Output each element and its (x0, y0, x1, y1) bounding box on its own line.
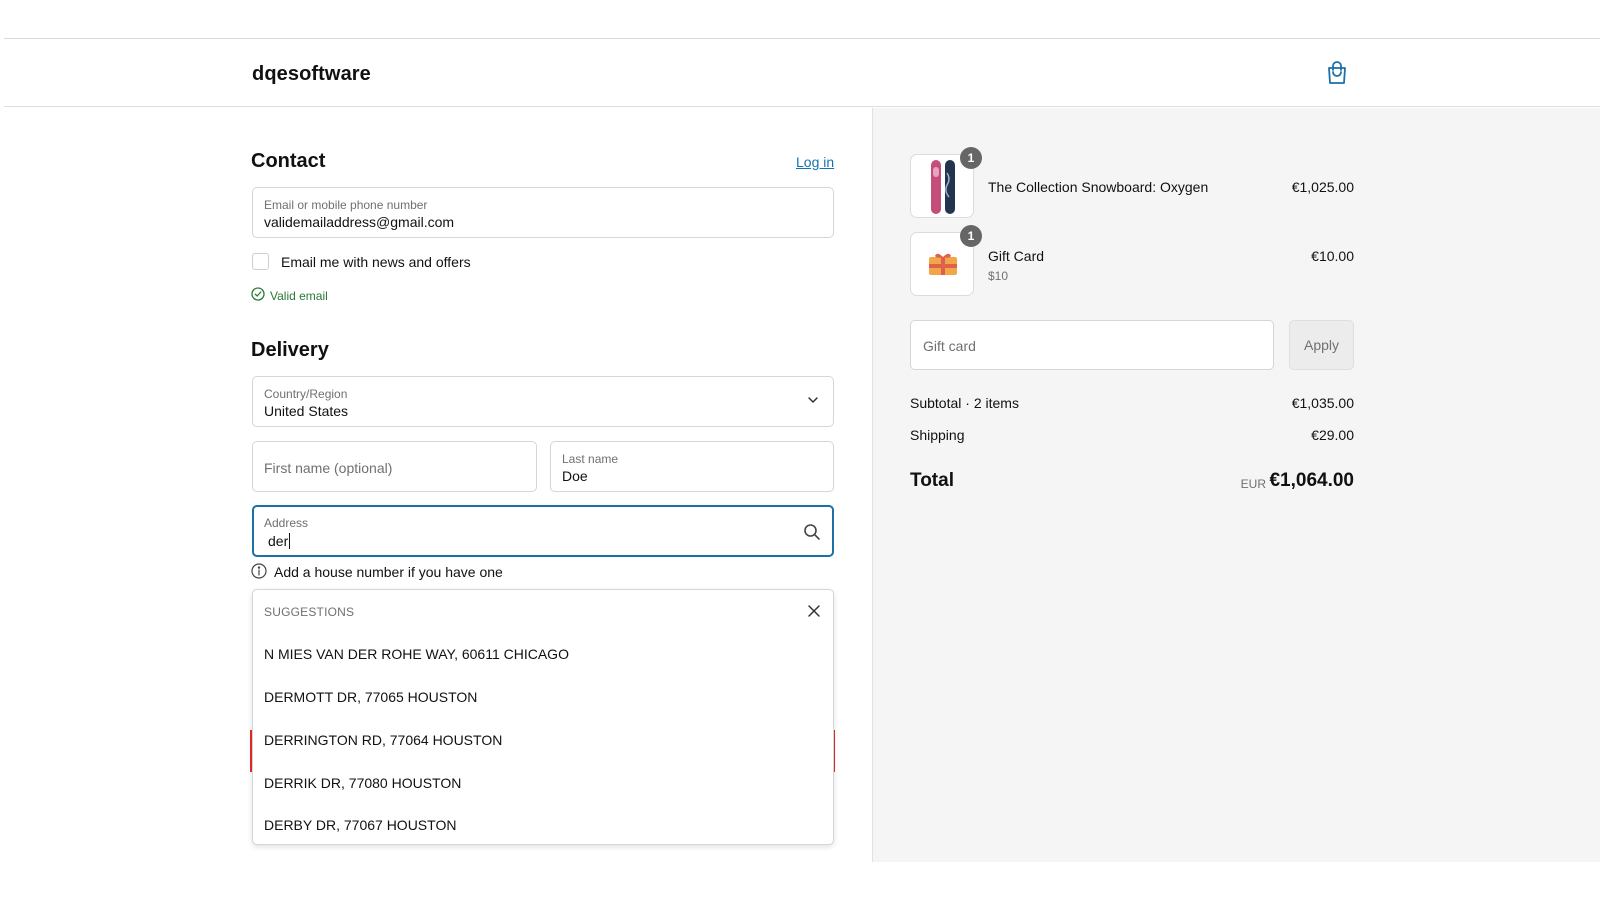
email-field-label: Email or mobile phone number (264, 198, 428, 212)
address-value-wrap: der (268, 533, 291, 549)
subtotal-label: Subtotal · 2 items (910, 395, 1019, 411)
close-icon[interactable] (807, 604, 821, 618)
valid-email-message: Valid email (270, 289, 328, 303)
address-hint: Add a house number if you have one (274, 564, 503, 580)
country-select[interactable]: Country/Region United States (252, 376, 834, 427)
newsletter-label[interactable]: Email me with news and offers (281, 254, 471, 270)
email-field-value: validemailaddress@gmail.com (264, 214, 455, 230)
line-item-variant: $10 (988, 269, 1009, 283)
total-label: Total (910, 470, 954, 491)
suggestion-item[interactable]: DERBY DR, 77067 HOUSTON (253, 804, 833, 846)
gift-card-placeholder: Gift card (923, 338, 976, 354)
brand-name[interactable]: dqesoftware (252, 63, 371, 86)
apply-button[interactable]: Apply (1289, 320, 1354, 370)
last-name-field[interactable]: Last name Doe (550, 441, 834, 492)
delivery-heading: Delivery (251, 339, 329, 361)
gift-card-input[interactable]: Gift card (910, 320, 1274, 370)
email-field[interactable]: Email or mobile phone number validemaila… (252, 187, 834, 238)
quantity-badge: 1 (960, 147, 982, 169)
subtotal-value: €1,035.00 (1291, 395, 1354, 411)
line-item-name: The Collection Snowboard: Oxygen (988, 179, 1209, 195)
shopping-bag-icon[interactable] (1326, 61, 1348, 85)
suggestions-heading: SUGGESTIONS (264, 605, 355, 619)
first-name-placeholder: First name (optional) (264, 460, 393, 476)
address-label: Address (264, 516, 309, 530)
country-select-value: United States (264, 403, 349, 419)
login-link[interactable]: Log in (796, 154, 834, 170)
quantity-badge: 1 (960, 225, 982, 247)
checkout-header: dqesoftware (4, 39, 1600, 107)
checkout-page: dqesoftware Contact Log in Email or mobi… (0, 0, 1600, 900)
address-value: der (268, 533, 289, 549)
search-icon[interactable] (803, 523, 821, 541)
line-item-price: €10.00 (1311, 248, 1354, 264)
info-icon (251, 563, 267, 579)
newsletter-checkbox[interactable] (252, 253, 269, 270)
last-name-label: Last name (562, 452, 619, 466)
shipping-label: Shipping (910, 427, 965, 443)
text-caret (289, 533, 291, 549)
address-field[interactable]: Address der (252, 505, 834, 557)
suggestion-item[interactable]: DERMOTT DR, 77065 HOUSTON (253, 676, 833, 718)
total-currency: EUR (1240, 477, 1266, 491)
address-suggestions: SUGGESTIONS N MIES VAN DER ROHE WAY, 606… (252, 589, 834, 845)
order-summary-panel (872, 108, 1600, 862)
suggestion-item[interactable]: N MIES VAN DER ROHE WAY, 60611 CHICAGO (253, 633, 833, 675)
shipping-value: €29.00 (1311, 427, 1354, 443)
total-value: €1,064.00 (1269, 470, 1354, 491)
contact-heading: Contact (251, 150, 326, 172)
check-circle-icon (251, 287, 265, 301)
line-item-price: €1,025.00 (1291, 179, 1354, 195)
suggestion-item[interactable]: DERRINGTON RD, 77064 HOUSTON (253, 719, 833, 761)
chevron-down-icon (808, 397, 818, 403)
suggestion-item[interactable]: DERRIK DR, 77080 HOUSTON (253, 762, 833, 804)
last-name-value: Doe (562, 468, 588, 484)
line-item-name: Gift Card (988, 248, 1045, 264)
first-name-field[interactable]: First name (optional) (252, 441, 537, 492)
country-select-label: Country/Region (264, 387, 348, 401)
